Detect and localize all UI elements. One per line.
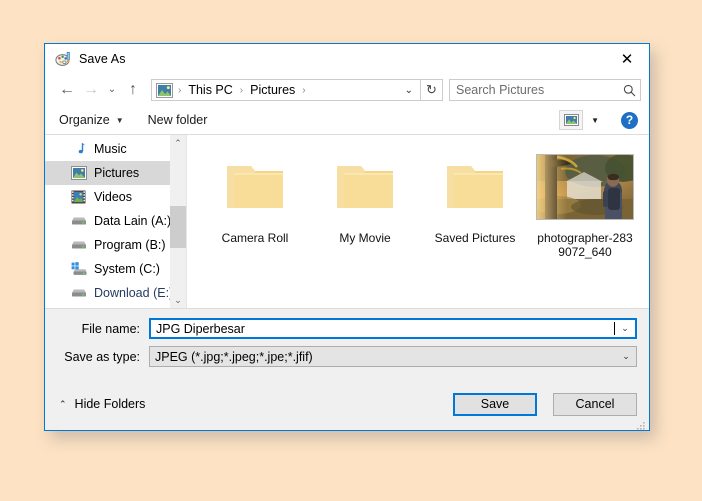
- search-input[interactable]: Search Pictures: [449, 79, 641, 101]
- hide-folders-button[interactable]: ⌃ Hide Folders: [59, 397, 145, 411]
- navigation-pane: Music Pictures Videos Data Lain (A:) Pro…: [45, 135, 187, 308]
- sidebar-scrollbar[interactable]: ⌃ ⌄: [170, 135, 186, 308]
- up-icon[interactable]: ↑: [121, 78, 145, 102]
- file-name-label: photographer-2839072_640: [537, 231, 633, 259]
- sidebar-item-label: Data Lain (A:): [94, 214, 172, 228]
- sidebar-item-label: Program (B:): [94, 238, 166, 252]
- folder-icon: [334, 149, 396, 225]
- navigation-bar: ← → ⌄ ↑ › This PC › Pictures › ⌄ ↻ Searc…: [45, 74, 649, 106]
- pictures-icon: [156, 82, 173, 98]
- file-name-chevron-down-icon[interactable]: ⌄: [615, 323, 635, 334]
- title-bar: Save As ✕: [45, 44, 649, 74]
- windows-drive-icon: [70, 261, 87, 277]
- scroll-down-icon[interactable]: ⌄: [170, 292, 186, 308]
- save-as-dialog: Save As ✕ ← → ⌄ ↑ › This PC › Pictures ›…: [44, 43, 650, 431]
- sidebar-item-program[interactable]: Program (B:): [45, 233, 186, 257]
- file-name-row: File name: JPG Diperbesar ⌄: [57, 318, 637, 339]
- organize-button[interactable]: Organize ▼: [59, 113, 124, 127]
- back-icon[interactable]: ←: [55, 78, 79, 102]
- sidebar-item-pictures[interactable]: Pictures: [45, 161, 186, 185]
- chevron-down-icon: ▼: [115, 115, 124, 125]
- folder-icon: [224, 149, 286, 225]
- dialog-body: Music Pictures Videos Data Lain (A:) Pro…: [45, 135, 649, 308]
- forward-icon: →: [83, 81, 99, 98]
- music-note-icon: [70, 141, 87, 157]
- scroll-up-icon[interactable]: ⌃: [170, 135, 186, 151]
- file-name-input[interactable]: JPG Diperbesar ⌄: [149, 318, 637, 339]
- image-thumbnail: [536, 149, 634, 225]
- chevron-up-icon: ⌃: [59, 398, 67, 409]
- organize-label: Organize: [59, 113, 110, 127]
- sidebar-item-data-lain[interactable]: Data Lain (A:): [45, 209, 186, 233]
- command-bar: Organize ▼ New folder ▼ ?: [45, 106, 649, 135]
- list-item[interactable]: Camera Roll: [201, 149, 309, 259]
- list-item[interactable]: Saved Pictures: [421, 149, 529, 259]
- drive-icon: [70, 213, 87, 229]
- paint-palette-icon: [54, 50, 72, 68]
- recent-locations-chevron-down-icon[interactable]: ⌄: [103, 78, 121, 102]
- search-icon: [618, 84, 640, 97]
- drive-icon: [70, 285, 87, 301]
- list-item[interactable]: My Movie: [311, 149, 419, 259]
- help-button[interactable]: ?: [621, 111, 638, 129]
- sidebar-item-label: Pictures: [94, 166, 140, 180]
- file-name-label: Saved Pictures: [434, 231, 516, 245]
- videos-film-icon: [70, 189, 87, 205]
- folder-tree: Music Pictures Videos Data Lain (A:) Pro…: [45, 135, 186, 305]
- breadcrumb-chevron-down-icon[interactable]: ⌄: [401, 85, 420, 96]
- sidebar-item-music[interactable]: Music: [45, 137, 186, 161]
- scrollbar-thumb[interactable]: [170, 206, 186, 248]
- breadcrumb-separator-2[interactable]: ›: [297, 85, 310, 96]
- sidebar-item-label: Music: [94, 142, 127, 156]
- scrollbar-track[interactable]: [170, 151, 186, 292]
- drive-icon: [70, 237, 87, 253]
- sidebar-item-label: Download (E:): [94, 286, 174, 300]
- breadcrumb[interactable]: › This PC › Pictures › ⌄: [151, 79, 421, 101]
- file-name-value: JPG Diperbesar: [156, 321, 245, 336]
- resize-grip[interactable]: [636, 418, 646, 430]
- search-placeholder: Search Pictures: [456, 83, 545, 97]
- save-button[interactable]: Save: [453, 392, 537, 416]
- window-title: Save As: [79, 52, 126, 66]
- file-name-label-text: File name:: [81, 321, 140, 336]
- breadcrumb-item-this-pc[interactable]: This PC: [186, 83, 234, 97]
- file-list[interactable]: Camera Roll My Movie Saved Pictures phot…: [187, 135, 649, 308]
- breadcrumb-separator-1[interactable]: ›: [235, 85, 248, 96]
- breadcrumb-separator-0: ›: [178, 84, 182, 96]
- view-chevron-down-icon[interactable]: ▼: [591, 116, 599, 125]
- file-name-label: Camera Roll: [221, 231, 289, 245]
- sidebar-item-system[interactable]: System (C:): [45, 257, 186, 281]
- sidebar-item-download[interactable]: Download (E:): [45, 281, 186, 305]
- refresh-icon[interactable]: ↻: [421, 79, 443, 101]
- dialog-footer: ⌃ Hide Folders Save Cancel: [45, 378, 649, 430]
- save-as-type-select[interactable]: JPEG (*.jpg;*.jpeg;*.jpe;*.jfif) ⌄: [149, 346, 637, 367]
- sidebar-item-label: Videos: [94, 190, 132, 204]
- save-form: File name: JPG Diperbesar ⌄ Save as type…: [45, 308, 649, 378]
- save-as-type-value: JPEG (*.jpg;*.jpeg;*.jpe;*.jfif): [155, 349, 313, 364]
- photo-preview: [536, 154, 634, 220]
- sidebar-item-videos[interactable]: Videos: [45, 185, 186, 209]
- cancel-button[interactable]: Cancel: [553, 392, 637, 416]
- save-as-type-label-text: Save as type:: [64, 349, 140, 364]
- breadcrumb-item-pictures[interactable]: Pictures: [248, 83, 297, 97]
- save-as-type-row: Save as type: JPEG (*.jpg;*.jpeg;*.jpe;*…: [57, 346, 637, 367]
- view-picture-icon: [563, 114, 579, 126]
- new-folder-button[interactable]: New folder: [148, 113, 208, 127]
- close-icon[interactable]: ✕: [605, 44, 649, 74]
- hide-folders-label: Hide Folders: [74, 397, 146, 411]
- file-name-label: My Movie: [339, 231, 391, 245]
- pictures-icon: [70, 165, 87, 181]
- change-view-button[interactable]: [559, 110, 584, 130]
- folder-icon: [444, 149, 506, 225]
- sidebar-item-label: System (C:): [94, 262, 160, 276]
- save-as-type-chevron-down-icon[interactable]: ⌄: [616, 351, 636, 362]
- list-item[interactable]: photographer-2839072_640: [531, 149, 639, 259]
